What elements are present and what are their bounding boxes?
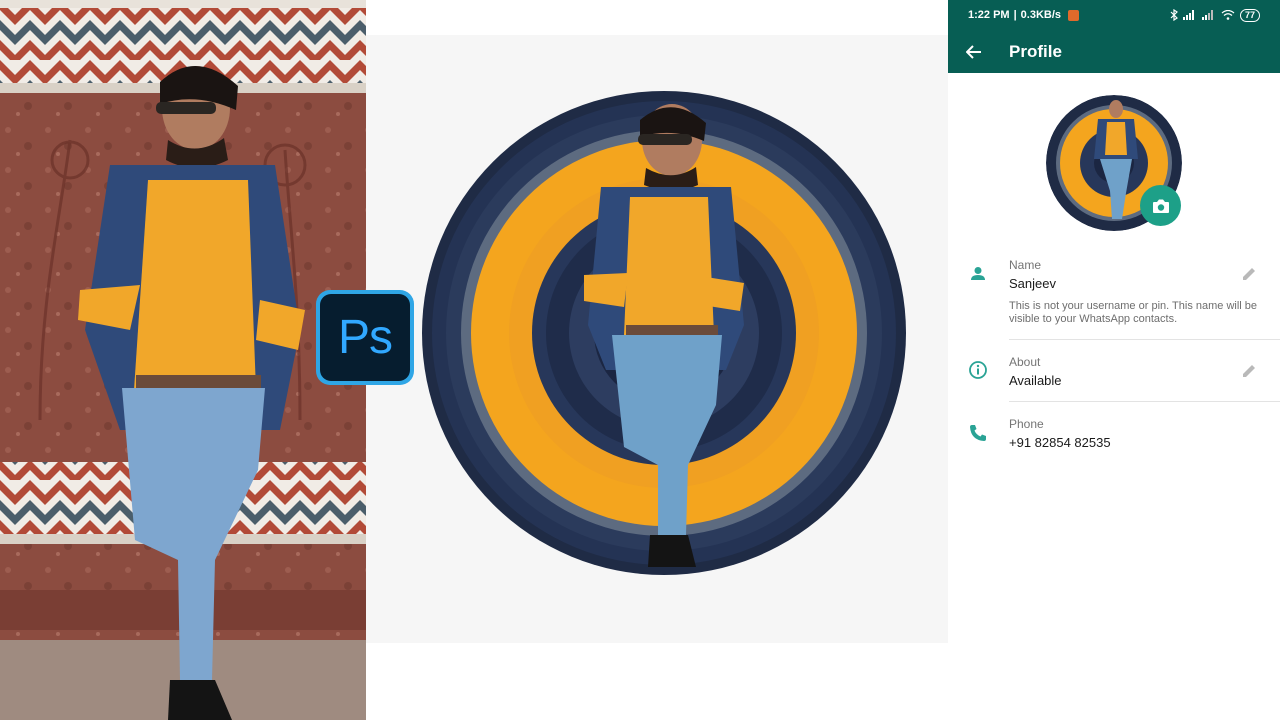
profile-photo-section xyxy=(1046,95,1182,231)
about-label: About xyxy=(1009,355,1041,369)
edited-result xyxy=(366,35,948,643)
signal-icon xyxy=(1182,10,1194,20)
camera-icon xyxy=(1152,199,1169,213)
app-title: Profile xyxy=(1009,41,1062,61)
photoshop-logo: Ps xyxy=(316,290,414,385)
back-button[interactable] xyxy=(962,40,986,64)
about-row-body: About Available xyxy=(1009,355,1266,388)
photoshop-logo-text: Ps xyxy=(337,311,393,364)
back-arrow-icon xyxy=(966,44,981,59)
info-icon xyxy=(969,361,987,379)
bluetooth-icon xyxy=(1170,9,1178,21)
photoshop-logo-inner: Ps xyxy=(320,294,410,381)
name-value: Sanjeev xyxy=(1009,276,1056,291)
app-bar: Profile xyxy=(948,30,1280,73)
status-speed: 0.3KB/s xyxy=(1020,9,1062,21)
wifi-icon xyxy=(1221,10,1235,20)
name-hint: This is not your username or pin. This n… xyxy=(1009,300,1258,325)
phone-screen: 1:22 PM | 0.3KB/s 77 Profile Name Sanjee… xyxy=(948,0,1280,720)
change-photo-button[interactable] xyxy=(1140,185,1181,226)
phone-value: +91 82854 82535 xyxy=(1009,435,1111,450)
edit-about-pencil-icon[interactable] xyxy=(1240,362,1258,380)
name-label: Name xyxy=(1009,258,1042,272)
name-row-body: Name Sanjeev This is not your username o… xyxy=(1009,258,1266,326)
signal-icon-2 xyxy=(1201,10,1213,20)
stage: Ps 1:22 PM | 0.3KB/s 77 Profile Name San… xyxy=(0,0,1280,720)
notification-icon xyxy=(1068,9,1080,21)
status-bar: 1:22 PM | 0.3KB/s 77 xyxy=(948,0,1280,30)
divider xyxy=(1009,401,1280,402)
divider xyxy=(1009,339,1280,340)
person-icon xyxy=(971,267,985,280)
status-separator: | xyxy=(1013,9,1017,21)
edit-name-pencil-icon[interactable] xyxy=(1240,265,1258,283)
battery-icon: 77 xyxy=(1239,8,1260,22)
original-photo xyxy=(0,0,366,720)
phone-label: Phone xyxy=(1009,417,1044,431)
phone-row-body: Phone +91 82854 82535 xyxy=(1009,417,1266,450)
status-left: 1:22 PM | 0.3KB/s xyxy=(968,9,1080,21)
about-value: Available xyxy=(1009,373,1062,388)
status-right: 77 xyxy=(1170,8,1260,22)
status-time: 1:22 PM xyxy=(968,9,1010,21)
phone-icon xyxy=(970,425,986,441)
